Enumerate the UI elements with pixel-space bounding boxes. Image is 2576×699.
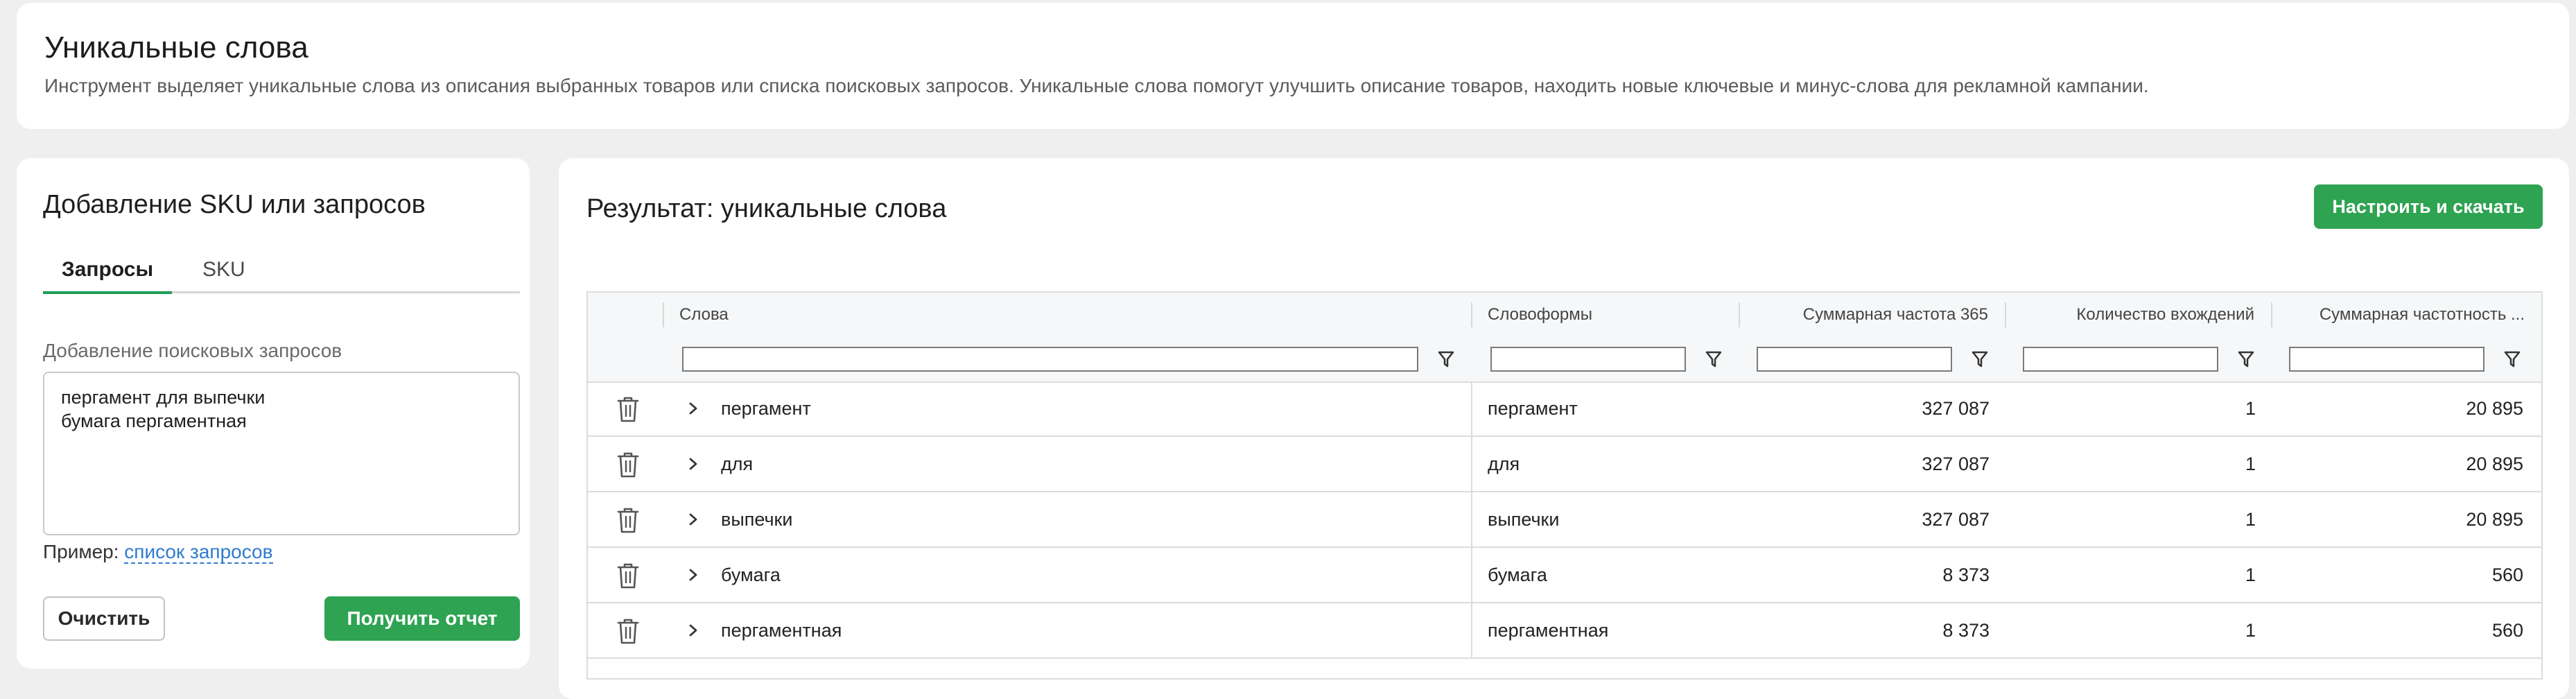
filter-icon[interactable] (1970, 348, 1990, 370)
chevron-right-icon[interactable] (685, 509, 702, 530)
chevron-right-icon[interactable] (685, 398, 702, 419)
cell-forms: пергамент (1488, 397, 1578, 419)
cell-freq365: 8 373 (1942, 619, 1990, 641)
queries-input-label: Добавление поисковых запросов (43, 340, 342, 361)
input-panel-title: Добавление SKU или запросов (43, 190, 426, 219)
page-description: Инструмент выделяет уникальные слова из … (44, 75, 2149, 96)
cell-count: 1 (2245, 508, 2256, 530)
cell-freq: 20 895 (2466, 508, 2523, 530)
tab-sku[interactable]: SKU (202, 258, 245, 282)
input-panel: Добавление SKU или запросов Запросы SKU … (17, 158, 530, 668)
cell-freq: 560 (2491, 619, 2523, 641)
trash-icon[interactable] (614, 616, 642, 646)
column-header-forms[interactable]: Словоформы (1471, 293, 1739, 337)
cell-word: для (721, 453, 754, 474)
cell-word: выпечки (721, 508, 793, 530)
trash-icon[interactable] (614, 395, 642, 424)
table-row: пергамент пергамент 327 087 1 20 895 (588, 381, 2541, 437)
cell-count: 1 (2245, 397, 2256, 419)
trash-icon[interactable] (614, 506, 642, 535)
filter-icon[interactable] (1704, 348, 1723, 370)
input-tabs: Запросы SKU (43, 254, 520, 294)
results-table: Слова Словоформы Суммарная частота 365 К… (586, 291, 2543, 680)
cell-freq365: 8 373 (1942, 564, 1990, 585)
cell-freq365: 327 087 (1922, 453, 1990, 474)
cell-count: 1 (2245, 619, 2256, 641)
table-header: Слова Словоформы Суммарная частота 365 К… (588, 293, 2541, 383)
example-prefix: Пример: (43, 541, 119, 562)
trash-icon[interactable] (614, 561, 642, 590)
get-report-button[interactable]: Получить отчет (324, 596, 520, 641)
cell-freq365: 327 087 (1922, 397, 1990, 419)
tab-queries[interactable]: Запросы (43, 258, 172, 294)
column-header-count[interactable]: Количество вхождений (2005, 293, 2271, 337)
cell-count: 1 (2245, 564, 2256, 585)
filter-input-forms[interactable] (1490, 347, 1686, 372)
cell-forms: бумага (1488, 564, 1547, 585)
trash-icon[interactable] (614, 450, 642, 479)
filter-input-freq365[interactable] (1757, 347, 1952, 372)
column-header-words[interactable]: Слова (663, 293, 1471, 337)
filter-input-count[interactable] (2023, 347, 2218, 372)
filter-input-words[interactable] (682, 347, 1418, 372)
cell-freq: 560 (2491, 564, 2523, 585)
cell-freq365: 327 087 (1922, 508, 1990, 530)
clear-button[interactable]: Очистить (43, 596, 165, 641)
filter-icon[interactable] (2236, 348, 2256, 370)
configure-download-button[interactable]: Настроить и скачать (2314, 184, 2543, 229)
filter-icon[interactable] (2503, 348, 2522, 370)
table-row: выпечки выпечки 327 087 1 20 895 (588, 492, 2541, 548)
chevron-right-icon[interactable] (685, 564, 702, 585)
example-hint: Пример: список запросов (43, 541, 273, 564)
cell-forms: выпечки (1488, 508, 1560, 530)
table-row: пергаментная пергаментная 8 373 1 560 (588, 603, 2541, 659)
filter-icon[interactable] (1436, 348, 1456, 370)
header-card: Уникальные слова Инструмент выделяет уни… (17, 3, 2569, 129)
table-row: бумага бумага 8 373 1 560 (588, 548, 2541, 603)
filter-row (588, 337, 2541, 381)
filter-input-freq[interactable] (2289, 347, 2484, 372)
chevron-right-icon[interactable] (685, 454, 702, 474)
cell-forms: для (1488, 453, 1520, 474)
table-row: для для 327 087 1 20 895 (588, 437, 2541, 492)
result-panel: Результат: уникальные слова Настроить и … (559, 158, 2569, 699)
chevron-right-icon[interactable] (685, 620, 702, 641)
page-title: Уникальные слова (44, 31, 308, 64)
cell-word: бумага (721, 564, 781, 585)
queries-textarea[interactable]: пергамент для выпечки бумага пергаментна… (43, 372, 520, 535)
column-header-freq[interactable]: Суммарная частотность ... (2271, 293, 2541, 337)
example-link[interactable]: список запросов (124, 541, 273, 564)
cell-count: 1 (2245, 453, 2256, 474)
cell-forms: пергаментная (1488, 619, 1609, 641)
cell-word: пергамент (721, 397, 811, 419)
result-title: Результат: уникальные слова (586, 194, 947, 223)
column-header-freq365[interactable]: Суммарная частота 365 (1739, 293, 2005, 337)
cell-freq: 20 895 (2466, 453, 2523, 474)
cell-freq: 20 895 (2466, 397, 2523, 419)
cell-word: пергаментная (721, 619, 842, 641)
